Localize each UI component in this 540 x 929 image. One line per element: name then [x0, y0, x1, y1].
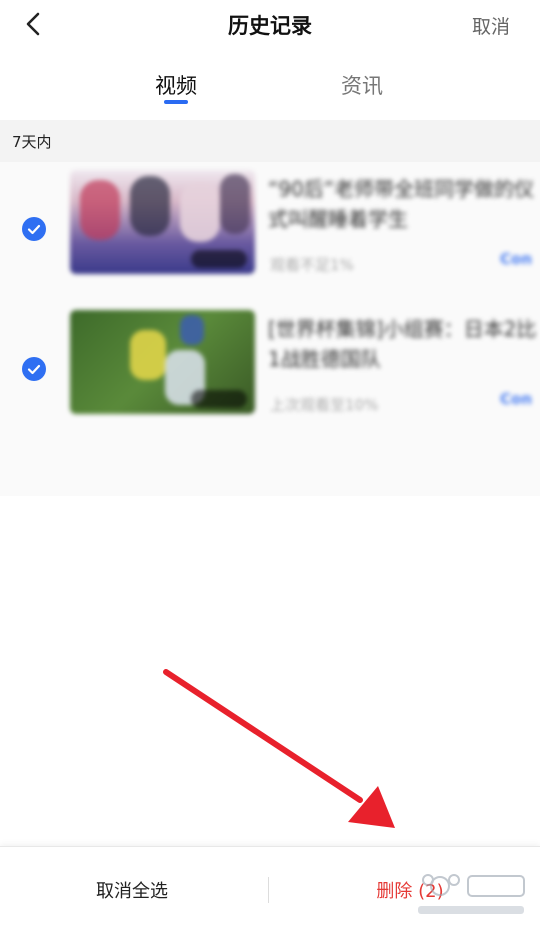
- video-title[interactable]: [世界杯集锦]小组赛：日本2比1战胜德国队: [268, 314, 540, 374]
- history-item[interactable]: “90后”老师带全班同学做的仪式叫醒睡着学生 观看不足1% Con: [0, 162, 540, 302]
- tab-videos[interactable]: 视频: [136, 70, 216, 100]
- header-bar: 历史记录 取消: [0, 0, 540, 48]
- checkmark-icon: [27, 224, 41, 235]
- section-label: 7天内: [12, 133, 52, 151]
- history-list: “90后”老师带全班同学做的仪式叫醒睡着学生 观看不足1% Con [世界杯集锦…: [0, 162, 540, 496]
- page-title: 历史记录: [228, 14, 312, 38]
- selection-checkbox[interactable]: [22, 217, 46, 241]
- watch-progress: 观看不足1%: [270, 256, 354, 274]
- tab-news[interactable]: 资讯: [322, 70, 402, 100]
- section-header: 7天内: [0, 120, 540, 162]
- watermark-logo: [418, 874, 525, 914]
- duration-badge: [191, 390, 247, 408]
- cancel-button[interactable]: 取消: [472, 12, 510, 39]
- divider: [268, 877, 269, 903]
- deselect-all-button[interactable]: 取消全选: [40, 877, 224, 903]
- tab-bar: 视频 资讯: [0, 64, 540, 114]
- tab-active-indicator: [164, 100, 188, 104]
- duration-badge: [191, 250, 247, 268]
- continue-link[interactable]: Con: [500, 390, 532, 408]
- selection-checkbox[interactable]: [22, 357, 46, 381]
- watch-progress: 上次观看至10%: [270, 396, 379, 414]
- video-thumbnail[interactable]: [70, 310, 255, 414]
- video-thumbnail[interactable]: [70, 170, 255, 274]
- history-item[interactable]: [世界杯集锦]小组赛：日本2比1战胜德国队 上次观看至10% Con: [0, 302, 540, 442]
- video-title[interactable]: “90后”老师带全班同学做的仪式叫醒睡着学生: [268, 174, 540, 234]
- checkmark-icon: [27, 364, 41, 375]
- continue-link[interactable]: Con: [500, 250, 532, 268]
